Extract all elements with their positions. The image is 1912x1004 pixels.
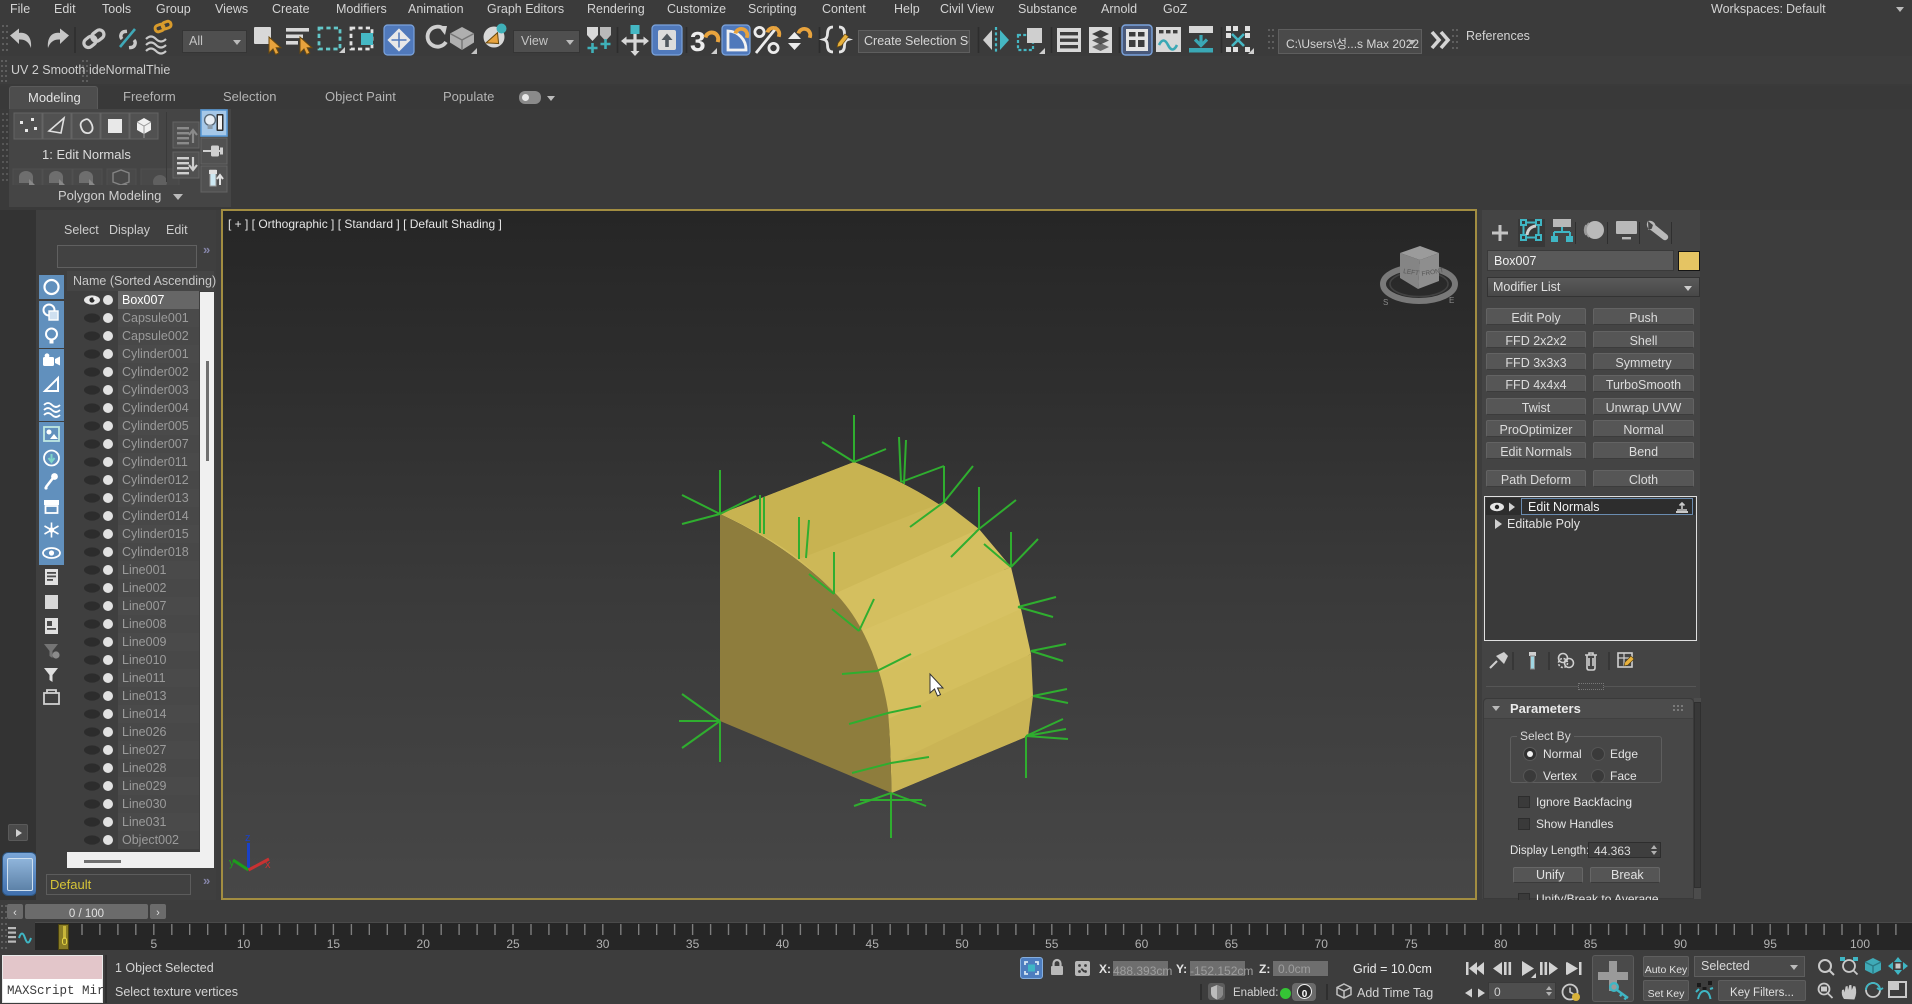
svg-text:85: 85 xyxy=(1584,937,1598,951)
svg-text:25: 25 xyxy=(506,937,520,951)
svg-text:5: 5 xyxy=(150,937,157,951)
svg-text:15: 15 xyxy=(327,937,341,951)
svg-text:3: 3 xyxy=(690,26,706,57)
svg-text:20: 20 xyxy=(417,937,431,951)
svg-text:E: E xyxy=(1449,296,1454,305)
svg-text:x: x xyxy=(265,859,271,871)
svg-text:55: 55 xyxy=(1045,937,1059,951)
svg-text:40: 40 xyxy=(776,937,790,951)
svg-text:95: 95 xyxy=(1764,937,1778,951)
svg-text:60: 60 xyxy=(1135,937,1149,951)
svg-text:50: 50 xyxy=(955,937,969,951)
svg-text:30: 30 xyxy=(596,937,610,951)
svg-text:90: 90 xyxy=(1674,937,1688,951)
svg-text:75: 75 xyxy=(1404,937,1418,951)
svg-text:65: 65 xyxy=(1225,937,1239,951)
svg-text:S: S xyxy=(1383,298,1388,307)
svg-text:z: z xyxy=(245,832,251,844)
svg-text:70: 70 xyxy=(1315,937,1329,951)
svg-text:35: 35 xyxy=(686,937,700,951)
svg-text:45: 45 xyxy=(866,937,880,951)
svg-text:100: 100 xyxy=(1850,937,1870,951)
svg-text:80: 80 xyxy=(1494,937,1508,951)
svg-text:y: y xyxy=(229,857,235,869)
svg-text:10: 10 xyxy=(237,937,251,951)
